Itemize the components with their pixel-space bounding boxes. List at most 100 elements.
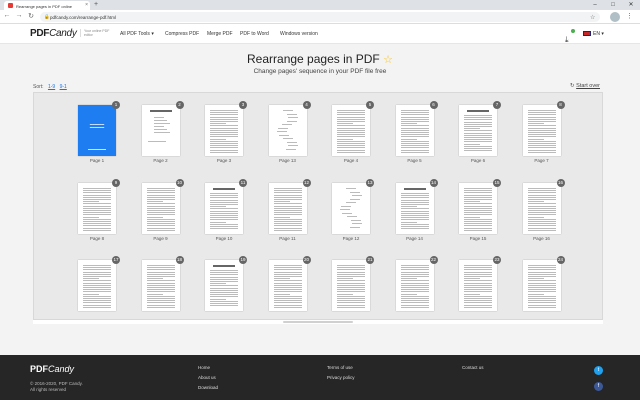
horizontal-scrollbar[interactable]	[33, 320, 603, 324]
page-number-badge: 5	[366, 101, 374, 109]
page-preview	[395, 260, 434, 311]
page-preview	[141, 260, 180, 311]
favorite-star-icon[interactable]: ☆	[383, 54, 393, 66]
reload-icon[interactable]: ↻	[26, 12, 36, 20]
sort-ascending-link[interactable]: 1-9	[48, 84, 55, 90]
page-preview	[332, 260, 370, 311]
bookmark-star-icon[interactable]: ☆	[590, 14, 595, 21]
address-toolbar: ← → ↻ 🔒 pdfcandy.com/rearrange-pdf.html …	[0, 10, 640, 24]
page-label: Page 16	[533, 236, 550, 241]
page-number-badge: 15	[493, 179, 501, 187]
footer-link-download[interactable]: Download	[198, 385, 218, 390]
page-number-badge: 9	[112, 179, 120, 187]
footer-link-about[interactable]: About us	[198, 375, 216, 380]
browser-tab[interactable]: Rearrange pages in PDF online ×	[4, 1, 90, 10]
page-label: Page 7	[534, 158, 549, 163]
nav-all-pdf-tools[interactable]: All PDF Tools ▾	[120, 31, 154, 37]
minimize-icon[interactable]: –	[586, 0, 604, 10]
language-selector[interactable]: EN ▾	[583, 31, 604, 37]
page-thumbnail-card[interactable]: 4 Page 13	[263, 99, 311, 163]
page-thumbnail-card[interactable]: 24	[517, 254, 565, 316]
start-over-button[interactable]: ↻ Start over	[570, 83, 600, 89]
page-thumbnail-card[interactable]: 23	[453, 254, 501, 316]
refresh-icon: ↻	[570, 83, 575, 89]
url-bar[interactable]: 🔒 pdfcandy.com/rearrange-pdf.html	[40, 12, 600, 22]
page-preview: ▬▬▬▬▬▬ ▬▬▬▬▬▬	[78, 105, 116, 156]
tagline: Your online PDF editor	[80, 29, 110, 37]
window-close-icon[interactable]: ✕	[622, 0, 640, 10]
page-thumbnail-card[interactable]: 20	[263, 254, 311, 316]
page-label: Page 9	[153, 236, 168, 241]
sort-descending-link[interactable]: 9-1	[60, 84, 67, 90]
browser-tab-bar: Rearrange pages in PDF online × + – □ ✕	[0, 0, 640, 10]
page-preview	[332, 105, 370, 156]
maximize-icon[interactable]: □	[604, 0, 622, 10]
page-label: Page 10	[215, 236, 233, 241]
page-preview	[78, 183, 116, 234]
page-thumbnail-card[interactable]: 14 Page 14	[390, 177, 438, 241]
tab-title: Rearrange pages in PDF online	[16, 3, 73, 9]
chevron-down-icon: ▾	[151, 31, 154, 37]
page-preview	[268, 183, 307, 234]
page-thumbnail-card[interactable]: 2 Page 2	[136, 99, 184, 163]
page-thumbnail-card[interactable]: 21	[326, 254, 374, 316]
page-thumbnail-card[interactable]: 22	[390, 254, 438, 316]
page-thumbnail-card[interactable]: 18	[136, 254, 184, 316]
page-thumbnail-card[interactable]: 10 Page 9	[136, 177, 184, 241]
footer-link-privacy[interactable]: Privacy policy	[327, 375, 355, 380]
page-preview	[522, 260, 561, 311]
site-logo[interactable]: PDFCandy	[30, 28, 77, 39]
page-number-badge: 17	[112, 256, 120, 264]
download-icon[interactable]: ⤓	[565, 29, 575, 44]
nav-windows-version[interactable]: Windows version	[280, 31, 318, 37]
page-thumbnail-card[interactable]: 6 Page 5	[390, 99, 438, 163]
tab-close-icon[interactable]: ×	[85, 2, 88, 8]
page-thumbnail-card[interactable]: 16 Page 16	[517, 177, 565, 241]
profile-avatar[interactable]	[610, 12, 620, 22]
page-thumbnail-card[interactable]: 19	[199, 254, 247, 316]
nav-pdf-to-word[interactable]: PDF to Word	[240, 31, 269, 37]
back-icon[interactable]: ←	[2, 12, 12, 19]
page-number-badge: 14	[429, 179, 438, 187]
forward-icon[interactable]: →	[14, 12, 24, 19]
page-thumbnail-card[interactable]: 7 Page 6	[453, 99, 501, 163]
page-thumbnail-card[interactable]: 17	[72, 254, 120, 316]
page-preview	[459, 105, 497, 156]
page-number-badge: 6	[429, 101, 438, 109]
page-thumbnail-card[interactable]: 11 Page 10	[199, 177, 247, 241]
footer-link-terms[interactable]: Terms of use	[327, 365, 353, 370]
footer-link-home[interactable]: Home	[198, 365, 210, 370]
nav-merge-pdf[interactable]: Merge PDF	[207, 31, 233, 37]
page-number-badge: 24	[556, 256, 565, 264]
page-preview	[268, 260, 307, 311]
page-thumbnail-card[interactable]: 9 Page 8	[72, 177, 120, 241]
footer-link-contact[interactable]: Contact us	[462, 365, 484, 370]
page-number-badge: 20	[302, 256, 311, 264]
page-thumbnail-card[interactable]: 15 Page 15	[453, 177, 501, 241]
new-tab-icon[interactable]: +	[94, 1, 98, 8]
page-thumbnail-card[interactable]: 3 Page 3	[199, 99, 247, 163]
pages-workspace: ▬▬▬▬▬▬ ▬▬▬▬▬▬ 1 Page 1 2 Page 2 3 Page 3 4 Page 1…	[33, 92, 603, 320]
page-number-badge: 21	[366, 256, 374, 264]
page-number-badge: 7	[493, 101, 501, 109]
nav-compress-pdf[interactable]: Compress PDF	[165, 31, 199, 37]
page-preview	[395, 183, 434, 234]
scrollbar-thumb[interactable]	[283, 321, 353, 323]
facebook-icon[interactable]: f	[594, 382, 603, 391]
page-thumbnail-card[interactable]: 5 Page 4	[326, 99, 374, 163]
footer-logo[interactable]: PDFCandy	[30, 364, 74, 374]
page-number-badge: 12	[302, 179, 311, 187]
page-thumbnail-card[interactable]: 13 Page 12	[326, 177, 374, 241]
page-label: Page 13	[279, 158, 296, 163]
menu-icon[interactable]: ⋮	[626, 12, 633, 20]
page-label: Page 6	[470, 158, 486, 163]
sort-bar: Sort: 1-9 9-1	[33, 84, 67, 90]
page-label: Page 5	[407, 158, 422, 163]
page-thumbnail-card[interactable]: ▬▬▬▬▬▬ ▬▬▬▬▬▬ 1 Page 1	[72, 99, 120, 163]
twitter-icon[interactable]: t	[594, 366, 603, 375]
page-thumbnail-card[interactable]: 12 Page 11	[263, 177, 311, 241]
page-number-badge: 16	[556, 179, 565, 187]
page-thumbnail-card[interactable]: 8 Page 7	[517, 99, 565, 163]
page-number-badge: 11	[239, 179, 247, 187]
page-subtitle: Change pages' sequence in your PDF file …	[253, 68, 387, 75]
